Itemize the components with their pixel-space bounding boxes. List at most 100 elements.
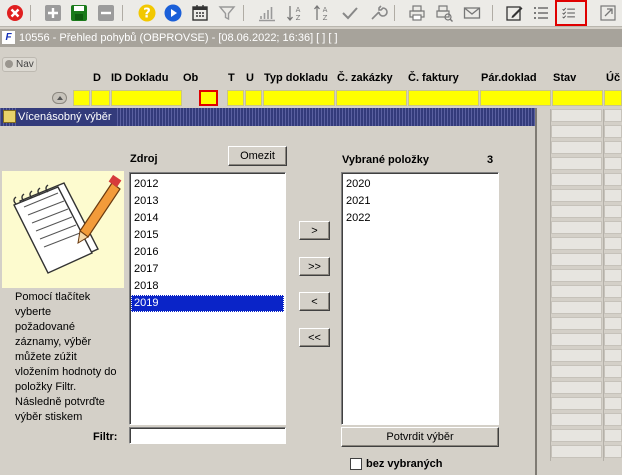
filter-cell-c-zakazky[interactable] bbox=[336, 90, 407, 106]
grid-cell[interactable] bbox=[604, 157, 622, 170]
nav-button[interactable]: Nav bbox=[2, 57, 37, 72]
source-list-item[interactable]: 2015 bbox=[131, 227, 284, 244]
grid-cell[interactable] bbox=[604, 253, 622, 266]
filter-cell-d[interactable] bbox=[73, 90, 90, 106]
calendar-icon[interactable] bbox=[190, 3, 210, 23]
grid-cell[interactable] bbox=[551, 125, 602, 138]
dialog-titlebar[interactable]: Vícenásobný výběr bbox=[0, 108, 535, 126]
print-preview-icon[interactable] bbox=[434, 3, 454, 23]
wrench-icon[interactable] bbox=[368, 3, 388, 23]
grid-cell[interactable] bbox=[604, 349, 622, 362]
add-all-button[interactable]: >> bbox=[299, 257, 330, 276]
export-icon[interactable] bbox=[598, 3, 618, 23]
grid-cell[interactable] bbox=[604, 317, 622, 330]
grid-cell[interactable] bbox=[604, 365, 622, 378]
source-list-item[interactable]: 2019 bbox=[131, 295, 284, 312]
remove-all-button[interactable]: << bbox=[299, 328, 330, 347]
grid-cell[interactable] bbox=[551, 189, 602, 202]
grid-cell[interactable] bbox=[604, 109, 622, 122]
grid-cell[interactable] bbox=[551, 173, 602, 186]
grid-cell[interactable] bbox=[551, 285, 602, 298]
grid-cell[interactable] bbox=[551, 397, 602, 410]
grid-cell[interactable] bbox=[604, 285, 622, 298]
selected-items-list[interactable]: 2020 2021 2022 bbox=[341, 172, 499, 425]
grid-cell[interactable] bbox=[604, 397, 622, 410]
grid-cell[interactable] bbox=[551, 141, 602, 154]
grid-cell[interactable] bbox=[604, 237, 622, 250]
grid-cell[interactable] bbox=[551, 221, 602, 234]
selected-list-item[interactable]: 2021 bbox=[343, 193, 497, 210]
add-button[interactable]: > bbox=[299, 221, 330, 240]
grid-cell[interactable] bbox=[551, 301, 602, 314]
grid-cell[interactable] bbox=[551, 269, 602, 282]
confirm-selection-button[interactable]: Potvrdit výběr bbox=[341, 427, 499, 447]
limit-button[interactable]: Omezit bbox=[228, 146, 287, 166]
mail-icon[interactable] bbox=[462, 3, 482, 23]
source-list-item[interactable]: 2017 bbox=[131, 261, 284, 278]
check-icon[interactable] bbox=[340, 3, 360, 23]
filter-cell[interactable] bbox=[91, 90, 110, 106]
column-header-typ-dokladu[interactable]: Typ dokladu bbox=[264, 72, 328, 84]
grid-cell[interactable] bbox=[604, 173, 622, 186]
column-header-ob[interactable]: Ob bbox=[183, 72, 198, 84]
grid-cell[interactable] bbox=[604, 221, 622, 234]
grid-cell[interactable] bbox=[604, 189, 622, 202]
grid-cell[interactable] bbox=[551, 349, 602, 362]
print-icon[interactable] bbox=[407, 3, 427, 23]
selected-list-item[interactable]: 2020 bbox=[343, 176, 497, 193]
filter-cell-uc[interactable] bbox=[604, 90, 622, 106]
grid-cell[interactable] bbox=[551, 413, 602, 426]
grid-cell[interactable] bbox=[551, 317, 602, 330]
grid-cell[interactable] bbox=[551, 253, 602, 266]
grid-cell[interactable] bbox=[604, 381, 622, 394]
column-header-d[interactable]: D bbox=[93, 72, 101, 84]
filter-input[interactable] bbox=[129, 427, 286, 444]
filter-cell-par-doklad[interactable] bbox=[480, 90, 551, 106]
grid-cell[interactable] bbox=[604, 301, 622, 314]
add-icon[interactable] bbox=[43, 3, 63, 23]
source-list-item[interactable]: 2016 bbox=[131, 244, 284, 261]
grid-cell[interactable] bbox=[604, 269, 622, 282]
remove-icon[interactable] bbox=[96, 3, 116, 23]
chart-icon[interactable] bbox=[257, 3, 277, 23]
save-icon[interactable] bbox=[69, 3, 89, 23]
edit-icon[interactable] bbox=[504, 3, 524, 23]
multi-select-icon[interactable] bbox=[555, 0, 587, 26]
source-list-item[interactable]: 2018 bbox=[131, 278, 284, 295]
column-header-uc[interactable]: Úč bbox=[606, 72, 620, 84]
source-list-item[interactable]: 2014 bbox=[131, 210, 284, 227]
run-icon[interactable] bbox=[163, 3, 183, 23]
filter-icon[interactable] bbox=[217, 3, 237, 23]
column-header-c-zakazky[interactable]: Č. zakázky bbox=[337, 72, 393, 84]
grid-cell[interactable] bbox=[604, 205, 622, 218]
filter-cell-stav[interactable] bbox=[552, 90, 603, 106]
selected-list-item[interactable]: 2022 bbox=[343, 210, 497, 227]
filter-cell-id-dokladu[interactable] bbox=[111, 90, 182, 106]
grid-cell[interactable] bbox=[604, 333, 622, 346]
list-icon[interactable] bbox=[531, 3, 551, 23]
column-header-id-dokladu[interactable]: ID Dokladu bbox=[111, 72, 168, 84]
source-list[interactable]: 2012 2013 2014 2015 2016 2017 2018 2019 bbox=[129, 172, 286, 425]
column-header-par-doklad[interactable]: Pár.doklad bbox=[481, 72, 537, 84]
remove-button[interactable]: < bbox=[299, 292, 330, 311]
close-icon[interactable] bbox=[5, 3, 25, 23]
filter-cell-t[interactable] bbox=[227, 90, 244, 106]
help-icon[interactable]: ? bbox=[137, 3, 157, 23]
grid-cell[interactable] bbox=[604, 429, 622, 442]
sort-asc-icon[interactable]: AZ bbox=[285, 3, 305, 23]
filter-cell-typ-dokladu[interactable] bbox=[263, 90, 335, 106]
column-header-t[interactable]: T bbox=[228, 72, 235, 84]
grid-cell[interactable] bbox=[551, 381, 602, 394]
filter-cell-ob[interactable] bbox=[199, 90, 218, 106]
grid-cell[interactable] bbox=[604, 445, 622, 458]
grid-cell[interactable] bbox=[604, 141, 622, 154]
filter-cell-c-faktury[interactable] bbox=[408, 90, 479, 106]
column-header-c-faktury[interactable]: Č. faktury bbox=[408, 72, 459, 84]
grid-cell[interactable] bbox=[604, 413, 622, 426]
source-list-item[interactable]: 2012 bbox=[131, 176, 284, 193]
without-selected-checkbox[interactable] bbox=[350, 458, 362, 470]
column-header-u[interactable]: U bbox=[246, 72, 254, 84]
grid-cell[interactable] bbox=[551, 445, 602, 458]
filter-cell-u[interactable] bbox=[245, 90, 262, 106]
grid-cell[interactable] bbox=[551, 157, 602, 170]
